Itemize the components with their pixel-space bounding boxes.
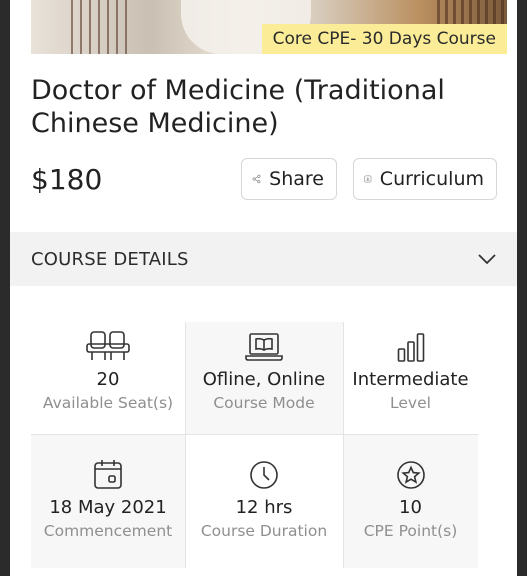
detail-seats: 20 Available Seat(s) bbox=[31, 326, 185, 412]
calendar-icon bbox=[94, 460, 122, 489]
course-details-toggle[interactable]: COURSE DETAILS bbox=[10, 232, 517, 286]
detail-value: 20 bbox=[96, 369, 120, 390]
detail-label: CPE Point(s) bbox=[363, 522, 458, 540]
course-details-label: COURSE DETAILS bbox=[31, 248, 189, 270]
level-bars-icon bbox=[397, 333, 424, 362]
detail-value: Intermediate bbox=[352, 369, 469, 390]
detail-value: 18 May 2021 bbox=[49, 497, 167, 518]
detail-commencement: 18 May 2021 Commencement bbox=[31, 454, 185, 540]
course-title: Doctor of Medicine (Traditional Chinese … bbox=[31, 75, 445, 139]
course-price: $180 bbox=[31, 163, 103, 196]
detail-level: Intermediate Level bbox=[343, 326, 478, 412]
detail-value: 12 hrs bbox=[235, 497, 293, 518]
course-type-tag: Core CPE- 30 Days Course bbox=[261, 24, 507, 54]
detail-duration: 12 hrs Course Duration bbox=[185, 454, 343, 540]
detail-value: Ofline, Online bbox=[202, 369, 326, 390]
detail-course-mode: Ofline, Online Course Mode bbox=[185, 326, 343, 412]
detail-value: 10 bbox=[399, 497, 422, 518]
chevron-down-icon bbox=[478, 254, 496, 265]
clock-icon bbox=[250, 461, 278, 489]
download-icon bbox=[364, 175, 372, 183]
curriculum-button-label: Curriculum bbox=[379, 168, 484, 190]
detail-cpe-points: 10 CPE Point(s) bbox=[343, 454, 478, 540]
share-button[interactable]: Share bbox=[241, 158, 337, 200]
detail-label: Course Duration bbox=[200, 522, 328, 540]
course-card: Core CPE- 30 Days Course Doctor of Medic… bbox=[10, 0, 517, 576]
detail-label: Course Mode bbox=[213, 394, 315, 412]
course-details-grid: 20 Available Seat(s) Ofline, Online Cour… bbox=[31, 322, 478, 568]
detail-label: Level bbox=[390, 394, 431, 412]
curriculum-button[interactable]: Curriculum bbox=[353, 158, 497, 200]
detail-label: Available Seat(s) bbox=[42, 394, 174, 412]
seats-icon bbox=[86, 331, 130, 360]
laptop-book-icon bbox=[245, 333, 283, 361]
share-icon bbox=[252, 174, 261, 184]
course-hero-image: Core CPE- 30 Days Course bbox=[31, 0, 507, 54]
star-badge-icon bbox=[396, 461, 425, 489]
share-button-label: Share bbox=[269, 168, 324, 190]
detail-label: Commencement bbox=[43, 522, 173, 540]
